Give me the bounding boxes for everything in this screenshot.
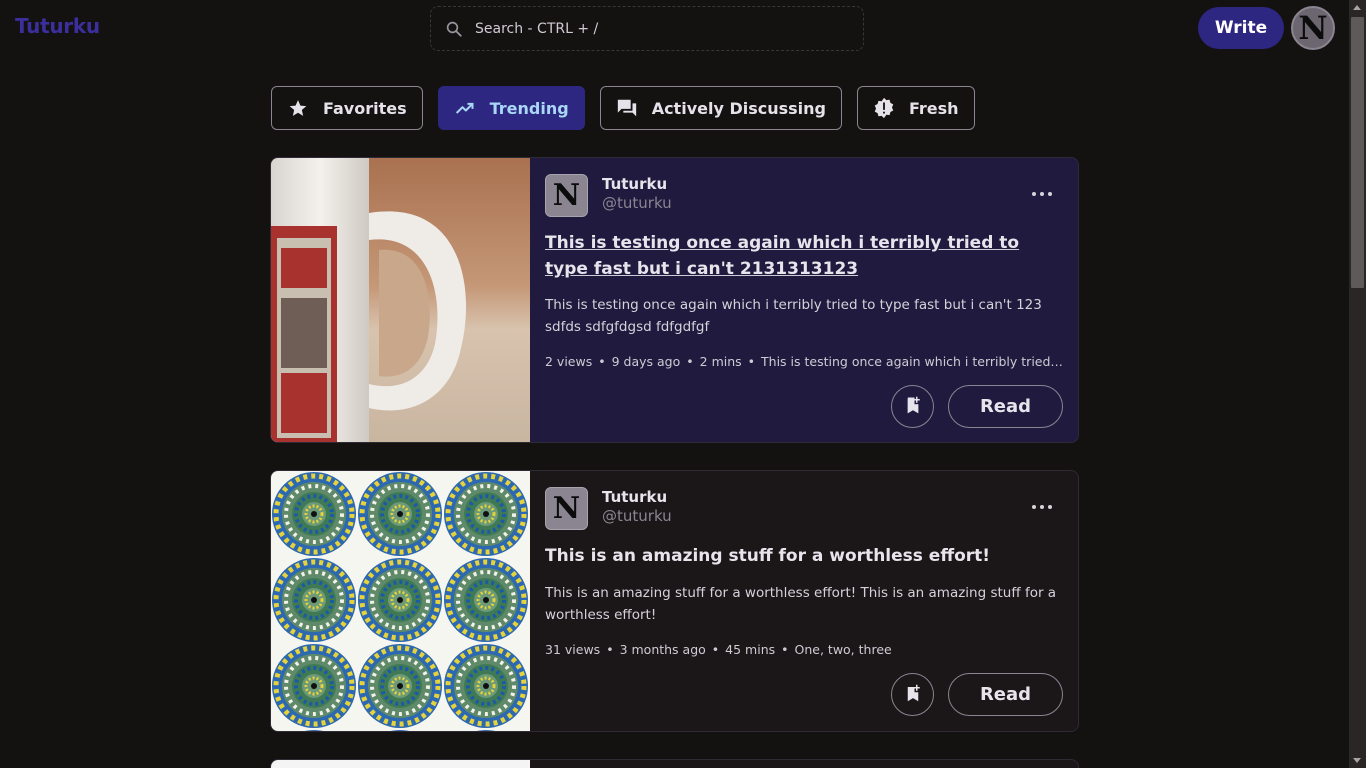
scroll-down-icon[interactable] <box>1353 758 1361 763</box>
author-avatar[interactable]: N <box>545 487 588 530</box>
search-icon <box>445 20 463 38</box>
bookmark-add-icon <box>904 684 922 706</box>
post-content: N Tuturku @tuturku This is an amazing st… <box>530 471 1078 731</box>
tab-trending[interactable]: Trending <box>437 86 585 130</box>
scrollbar-thumb[interactable] <box>1351 17 1364 288</box>
post-meta: 2 views • 9 days ago • 2 mins • This is testin… <box>545 354 1065 369</box>
post-tags: This is testing once again which i terri… <box>761 354 1065 369</box>
post-title[interactable]: This is testing once again which i terri… <box>545 230 1065 282</box>
post-thumbnail[interactable] <box>271 760 530 768</box>
read-button[interactable]: Read <box>948 673 1063 716</box>
page-scrollbar[interactable] <box>1349 0 1366 768</box>
post-content <box>530 760 1078 768</box>
author-handle[interactable]: @tuturku <box>602 194 672 212</box>
scroll-up-icon[interactable] <box>1353 5 1361 10</box>
trending-up-icon <box>454 97 476 119</box>
post-age: 3 months ago <box>619 642 706 657</box>
user-avatar[interactable]: N <box>1291 6 1335 50</box>
tab-label: Favorites <box>323 98 407 118</box>
avatar-letter: N <box>1298 9 1328 47</box>
tab-label: Fresh <box>909 98 959 118</box>
post-excerpt: This is an amazing stuff for a worthless… <box>545 585 1057 623</box>
post-thumbnail[interactable] <box>271 158 530 442</box>
post-card[interactable]: N Tuturku @tuturku This is testing once … <box>270 157 1079 443</box>
more-options-icon[interactable] <box>1032 499 1052 515</box>
search-input[interactable] <box>475 20 835 37</box>
author-handle[interactable]: @tuturku <box>602 507 672 525</box>
tab-label: Actively Discussing <box>651 98 826 118</box>
post-title[interactable]: This is an amazing stuff for a worthless… <box>545 543 1065 569</box>
post-thumbnail[interactable] <box>271 471 530 731</box>
new-badge-icon <box>873 97 895 119</box>
tab-label: Trending <box>489 98 569 118</box>
post-age: 9 days ago <box>611 354 681 369</box>
site-logo[interactable]: Tuturku <box>15 14 100 38</box>
search-bar[interactable] <box>430 6 864 51</box>
author-name[interactable]: Tuturku <box>602 175 667 193</box>
post-tags: One, two, three <box>794 642 892 657</box>
view-count: 31 views <box>545 642 601 657</box>
read-time: 2 mins <box>699 354 742 369</box>
read-button[interactable]: Read <box>948 385 1063 428</box>
post-card[interactable] <box>270 759 1079 768</box>
author-avatar[interactable]: N <box>545 174 588 217</box>
read-time: 45 mins <box>725 642 776 657</box>
tab-favorites[interactable]: Favorites <box>271 86 423 130</box>
tab-fresh[interactable]: Fresh <box>857 86 975 130</box>
post-meta: 31 views • 3 months ago • 45 mins • One, two, … <box>545 642 892 657</box>
tab-actively-discussing[interactable]: Actively Discussing <box>599 86 842 130</box>
more-options-icon[interactable] <box>1032 186 1052 202</box>
view-count: 2 views <box>545 354 593 369</box>
forum-icon <box>616 97 638 119</box>
bookmark-add-button[interactable] <box>891 385 934 428</box>
feed-tabs: Favorites Trending Actively Discussing F… <box>271 86 975 130</box>
author-name[interactable]: Tuturku <box>602 488 667 506</box>
post-content: N Tuturku @tuturku This is testing once … <box>530 158 1078 442</box>
post-card[interactable]: N Tuturku @tuturku This is an amazing st… <box>270 470 1079 732</box>
bookmark-add-icon <box>904 396 922 418</box>
star-icon <box>287 97 309 119</box>
post-excerpt: This is testing once again which i terri… <box>545 297 1042 335</box>
avatar-letter: N <box>552 491 581 526</box>
avatar-letter: N <box>552 178 581 213</box>
bookmark-add-button[interactable] <box>891 673 934 716</box>
write-button[interactable]: Write <box>1198 7 1284 49</box>
